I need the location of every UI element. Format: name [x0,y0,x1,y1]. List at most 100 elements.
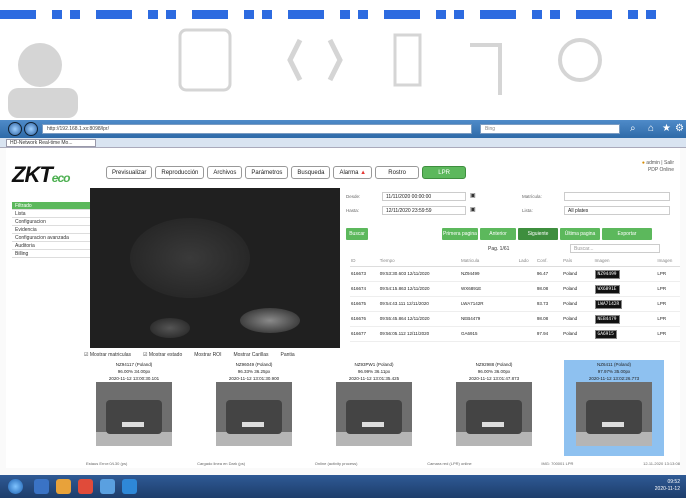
back-button[interactable] [8,122,22,136]
lista-label: Lista: [522,208,533,213]
table-row[interactable]: 616673 09:53:30.603 12/11/2020 NZ94499 9… [350,266,680,282]
table-search-input[interactable]: Buscar... [570,244,660,253]
matricula-input[interactable] [564,192,670,201]
user-info: ● admin | Salir PDP Online [642,160,674,174]
nav-reproduccion[interactable]: Reproducción [155,166,205,179]
calendar-icon[interactable]: ▣ [470,192,476,199]
folder-icon[interactable] [100,479,115,494]
banner-dashes [0,10,686,20]
plate-image[interactable]: GA6915 [594,329,617,339]
sidebar-item-filtrado[interactable]: Filtrado [12,202,90,210]
user-icon: ● [641,160,645,166]
plate-image[interactable]: NEB4479 [594,314,620,324]
exportar-button[interactable]: Exportar [602,228,652,240]
cell-conf: 93.73 [535,296,563,312]
calendar-icon[interactable]: ▣ [470,206,476,213]
capture-card[interactable]: NZ93PW1 (Poland) 96.99% 36.11px 2020-11-… [324,360,424,456]
sidebar-item-auditoria[interactable]: Auditoria [12,242,90,250]
cell-id: 616676 [350,311,379,327]
col-id: ID [350,256,379,267]
anterior-button[interactable]: Anterior [480,228,516,240]
matricula-label: Matrícula: [522,194,542,199]
nav-previsualizar[interactable]: Previsualizar [106,166,153,179]
lista-select[interactable]: All plates [564,206,670,215]
capture-card-selected[interactable]: NZ6411 (Poland) 97.97% 35.00px 2020-11-1… [564,360,664,456]
status-item: IMG: 700001 LPR [541,461,574,466]
desde-input[interactable]: 11/11/2020 00:00:00 [382,192,466,201]
pager: Pag. 1/61 Buscar... [346,244,680,254]
hasta-input[interactable]: 12/11/2020 23:59:59 [382,206,466,215]
col-pais: País [562,256,594,267]
cell-conf: 98.08 [535,281,563,297]
sidebar-item-lista[interactable]: Lista [12,210,90,218]
lpr-tag: LPR [656,311,680,327]
user-link[interactable]: admin | Salir [646,160,674,166]
table-row[interactable]: 616677 09:56:05.112 12/11/2020 GA6915 97… [350,326,680,342]
primera-pagina-button[interactable]: Primera pagina [442,228,478,240]
capture-plate: NZ6411 (Poland) [597,362,631,367]
cell-country: Poland [562,281,594,297]
nav-rostro[interactable]: Rostro [375,166,420,179]
address-bar[interactable]: http://192.168.1.xx:8098/lpr/ [42,124,472,134]
clock-time: 09:52 [667,479,680,485]
nav-busqueda[interactable]: Busqueda [291,166,331,179]
plate-image[interactable]: NZ94499 [594,269,620,279]
cell-country: Poland [562,296,594,312]
table-row[interactable]: 616676 09:55:45.864 12/11/2020 NEB4479 9… [350,311,680,327]
capture-card[interactable]: NZ96049 (Poland) 96.33% 36.25px 2020-11-… [204,360,304,456]
table-row[interactable]: 616674 09:54:15.863 12/11/2020 WX6891E 9… [350,281,680,297]
app-icon[interactable] [122,479,137,494]
ultima-pagina-button[interactable]: Última pagina [560,228,600,240]
media-icon[interactable] [78,479,93,494]
cell-conf: 98.08 [535,311,563,327]
capture-conf: 96.00% 34.00px [117,369,151,374]
os-taskbar: 09:52 2020-11-12 [0,475,686,498]
sidebar-item-configuracion[interactable]: Configuracion [12,218,90,226]
cell-country: Poland [562,311,594,327]
live-video[interactable] [90,188,340,348]
lpr-tag: LPR [656,281,680,297]
explorer-icon[interactable] [56,479,71,494]
capture-plate: NZ96049 (Poland) [235,362,273,367]
cell-id: 616677 [350,326,379,342]
plate-image[interactable]: WX6891E [594,284,620,294]
status-bar: Estaus Error:0/L30 (ps) Cargado linea en… [86,460,680,468]
nav-archivos[interactable]: Archivos [207,166,243,179]
capture-plate: NZ94117 (Poland) [115,362,153,367]
capture-time: 2020-11-12 13:00:30.101 [108,376,160,381]
check-pantia[interactable]: Pantia [280,350,294,360]
sidebar-item-billing[interactable]: Billing [12,250,90,258]
capture-card[interactable]: NZ92988 (Poland) 96.00% 36.00px 2020-11-… [444,360,544,456]
ie-icon[interactable] [34,479,49,494]
hasta-label: Hasta: [346,208,360,213]
buscar-button[interactable]: Buscar [346,228,368,240]
nav-parametros[interactable]: Parámetros [245,166,289,179]
search-icon[interactable]: ⌕ [630,123,636,135]
settings-icon[interactable]: ⚙ [675,123,684,135]
cell-id: 616673 [350,266,379,282]
col-lado: Lado [517,256,536,267]
nav-lpr[interactable]: LPR [422,166,467,179]
cell-plate: NEB4479 [459,311,518,327]
tab-strip: HD-Network Real-time Mo... [0,138,686,148]
browser-search-input[interactable]: Bing [480,124,620,134]
nav-alarma[interactable]: Alarma ▲ [333,166,373,179]
sidebar-item-config-avanzada[interactable]: Configuracion avanzada [12,234,90,242]
table-row[interactable]: 616675 09:54:43.111 12/11/2020 LWA7142R … [350,296,680,312]
sidebar-item-evidencia[interactable]: Evidencia [12,226,90,234]
check-mostrar-matriculas[interactable]: ☑ Mostrar matriculas [84,350,131,360]
favorites-icon[interactable]: ★ [662,123,671,135]
check-mostrar-estado[interactable]: ☑ Mostrar estado [143,350,182,360]
browser-tab[interactable]: HD-Network Real-time Mo... [6,139,96,147]
check-mostrar-carillas[interactable]: Mostrar Carillas [233,350,268,360]
check-mostrar-roi[interactable]: Mostrar ROI [194,350,221,360]
capture-card[interactable]: NZ94117 (Poland) 96.00% 34.00px 2020-11-… [84,360,184,456]
home-icon[interactable]: ⌂ [648,123,654,135]
siguiente-button[interactable]: Siguiente [518,228,558,240]
start-icon[interactable] [8,479,23,494]
cell-time: 09:54:15.863 12/11/2020 [378,281,460,297]
alarm-icon: ▲ [360,170,367,176]
col-imagen-2: Imagen [656,256,680,267]
plate-image[interactable]: LWA7142R [594,299,623,309]
forward-button[interactable] [24,122,38,136]
